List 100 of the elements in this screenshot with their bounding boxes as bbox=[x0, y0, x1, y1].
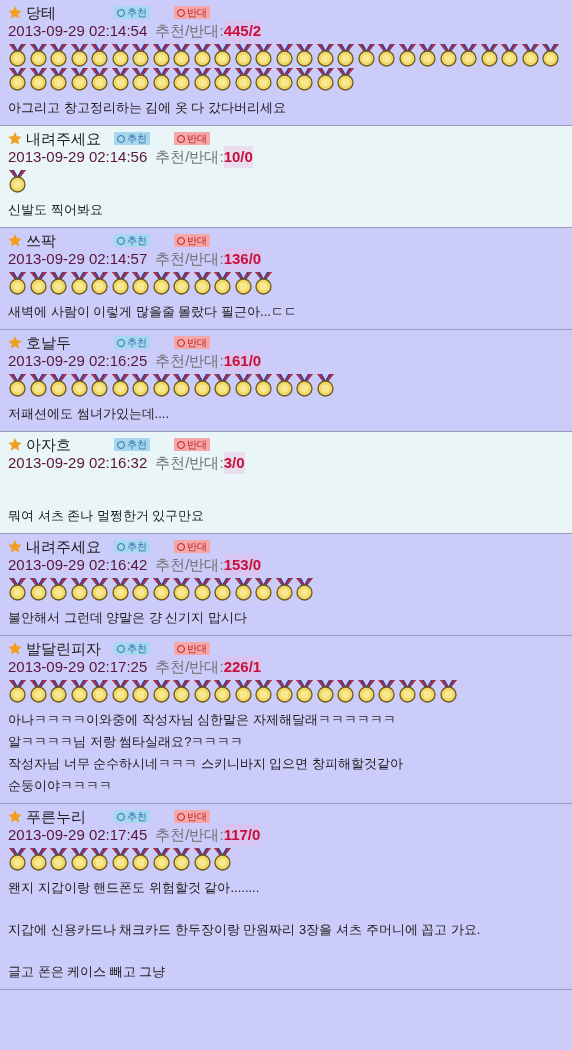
oppose-button[interactable]: 반대 bbox=[174, 642, 210, 655]
medal-icon bbox=[110, 67, 130, 91]
medal-icon bbox=[90, 847, 109, 871]
medal-icon bbox=[49, 577, 68, 601]
medal-icon bbox=[69, 373, 89, 397]
oppose-button[interactable]: 반대 bbox=[174, 540, 210, 553]
medal-icon bbox=[274, 43, 294, 67]
medal-icon bbox=[151, 373, 171, 397]
medal-icon bbox=[151, 271, 171, 295]
recommend-button[interactable]: 추천 bbox=[114, 132, 150, 145]
medal-icon bbox=[336, 679, 355, 703]
recommend-button[interactable]: 추천 bbox=[114, 234, 150, 247]
medal-icon bbox=[192, 373, 212, 397]
medal-icon bbox=[8, 169, 27, 193]
medal-icon bbox=[28, 373, 48, 397]
medal-icon bbox=[110, 577, 130, 601]
medal-icon bbox=[28, 847, 48, 871]
medal-icon bbox=[438, 679, 458, 703]
medal-icon bbox=[254, 679, 273, 703]
comment-text: 아나ㅋㅋㅋㅋ이와중에 작성자님 심한말은 자제해달래ㅋㅋㅋㅋㅋㅋ bbox=[8, 711, 397, 729]
recommend-button[interactable]: 추천 bbox=[114, 438, 150, 451]
medal-icon bbox=[8, 373, 27, 397]
oppose-button[interactable]: 반대 bbox=[174, 438, 210, 451]
medal-icon bbox=[192, 271, 212, 295]
medal-icon bbox=[90, 373, 109, 397]
medal-icon bbox=[520, 43, 540, 67]
medal-icon bbox=[8, 679, 27, 703]
comment-text: 새벽에 사람이 이렇게 많을줄 몰랐다 필근아...ㄷㄷ bbox=[8, 303, 298, 321]
oppose-button[interactable]: 반대 bbox=[174, 6, 210, 19]
medal-icon bbox=[459, 43, 478, 67]
votes-label: 추천/반대: bbox=[155, 824, 224, 845]
medal-icon bbox=[110, 847, 130, 871]
medal-icon bbox=[541, 43, 560, 67]
medal-icon bbox=[295, 373, 314, 397]
medal-icon bbox=[151, 577, 171, 601]
medal-icon bbox=[131, 577, 150, 601]
post-date: 2013-09-29 02:17:25 bbox=[8, 657, 148, 677]
medal-icon bbox=[49, 271, 68, 295]
votes-label: 추천/반대: bbox=[155, 350, 224, 371]
medal-icon bbox=[172, 847, 191, 871]
medal-icon bbox=[254, 67, 273, 91]
comment-text: 순둥이야ㅋㅋㅋㅋ bbox=[8, 777, 113, 795]
medal-icon bbox=[377, 679, 396, 703]
recommend-button[interactable]: 추천 bbox=[114, 540, 150, 553]
recommend-button[interactable]: 추천 bbox=[114, 336, 150, 349]
medal-icon bbox=[213, 67, 232, 91]
medal-icon bbox=[213, 373, 232, 397]
medal-icon bbox=[233, 43, 253, 67]
post-date: 2013-09-29 02:14:57 bbox=[8, 249, 148, 269]
medal-icon bbox=[500, 43, 519, 67]
medal-icon bbox=[192, 43, 212, 67]
medal-icon bbox=[233, 271, 253, 295]
star-icon bbox=[8, 6, 22, 19]
medal-icon bbox=[28, 679, 48, 703]
medal-icon bbox=[192, 67, 212, 91]
medal-icon bbox=[295, 67, 314, 91]
oppose-button[interactable]: 반대 bbox=[174, 132, 210, 145]
medal-icon bbox=[131, 271, 150, 295]
medal-icon bbox=[90, 577, 109, 601]
medal-icon bbox=[254, 43, 273, 67]
oppose-button[interactable]: 반대 bbox=[174, 336, 210, 349]
recommend-button[interactable]: 추천 bbox=[114, 810, 150, 823]
recommend-button[interactable]: 추천 bbox=[114, 6, 150, 19]
medal-icon bbox=[8, 577, 27, 601]
medal-icon bbox=[28, 271, 48, 295]
medal-icon bbox=[172, 577, 191, 601]
comment-text: 신발도 찍어봐요 bbox=[8, 201, 104, 219]
votes-count: 226/1 bbox=[223, 655, 262, 679]
medal-icon bbox=[151, 679, 171, 703]
medal-icon bbox=[213, 271, 232, 295]
medal-icon bbox=[131, 43, 150, 67]
medal-icon bbox=[131, 847, 150, 871]
votes-label: 추천/반대: bbox=[155, 146, 224, 167]
medal-icon bbox=[90, 271, 109, 295]
post-date: 2013-09-29 02:16:42 bbox=[8, 555, 148, 575]
medal-icon bbox=[274, 67, 294, 91]
medal-icon bbox=[336, 43, 355, 67]
medal-icon bbox=[69, 67, 89, 91]
author-name: 아자흐 bbox=[26, 437, 72, 452]
medal-icon bbox=[69, 577, 89, 601]
medal-icon bbox=[397, 43, 417, 67]
votes-count: 445/2 bbox=[223, 19, 262, 43]
medal-icon bbox=[8, 43, 27, 67]
medal-icon bbox=[131, 67, 150, 91]
medal-icon bbox=[8, 67, 27, 91]
medal-icon bbox=[69, 679, 89, 703]
medal-icon bbox=[397, 679, 417, 703]
recommend-button[interactable]: 추천 bbox=[114, 642, 150, 655]
oppose-button[interactable]: 반대 bbox=[174, 810, 210, 823]
medal-icon bbox=[192, 847, 212, 871]
medal-icon bbox=[336, 67, 355, 91]
oppose-button[interactable]: 반대 bbox=[174, 234, 210, 247]
medal-icon bbox=[233, 67, 253, 91]
medal-icon bbox=[49, 679, 68, 703]
medal-icon bbox=[233, 373, 253, 397]
medal-icon bbox=[418, 43, 437, 67]
author-name: 호날두 bbox=[26, 335, 72, 350]
author-name: 당테 bbox=[26, 5, 57, 20]
medal-icon bbox=[172, 373, 191, 397]
medal-icon bbox=[295, 679, 314, 703]
